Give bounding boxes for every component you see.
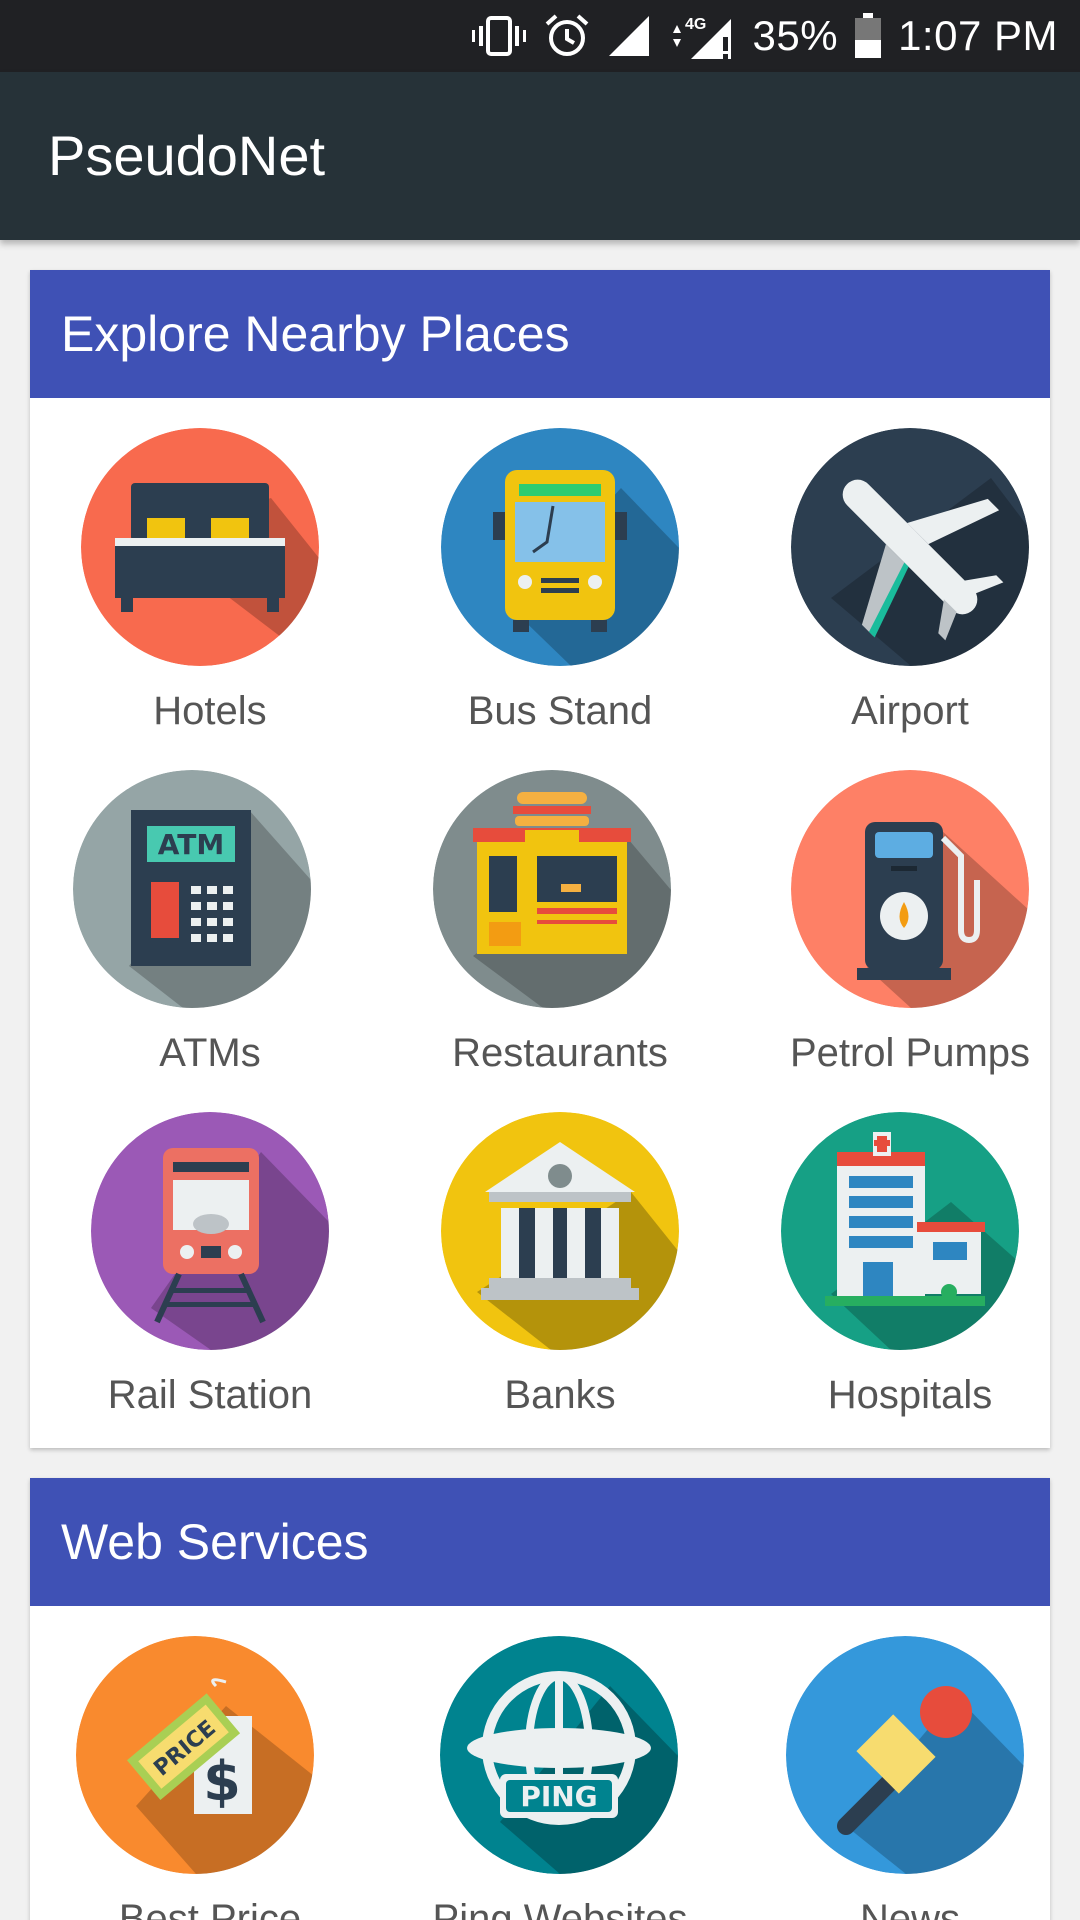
app-bar: PseudoNet (0, 72, 1080, 240)
signal-icon (607, 14, 651, 58)
tile-hotels[interactable]: Hotels (40, 398, 380, 738)
alarm-icon (543, 12, 591, 60)
tile-rail-station[interactable]: Rail Station (40, 1082, 380, 1422)
airplane-icon (791, 428, 1029, 666)
tile-label: Banks (504, 1373, 616, 1417)
tile-label: Hospitals (827, 1373, 993, 1417)
card-header-web-services: Web Services (30, 1478, 1050, 1606)
tile-news[interactable]: News (740, 1606, 1050, 1920)
svg-text:4G: 4G (685, 16, 706, 33)
tile-banks[interactable]: Banks (390, 1082, 730, 1422)
network-4g-icon: 4G (667, 11, 737, 61)
atm-icon: ATM (73, 770, 311, 1008)
train-icon (91, 1112, 329, 1350)
bus-icon (441, 428, 679, 666)
bed-icon (81, 428, 319, 666)
tile-ping-websites[interactable]: PING Ping Websites (390, 1606, 730, 1920)
restaurant-icon (433, 770, 671, 1008)
tile-hospitals[interactable]: Hospitals (740, 1082, 1050, 1422)
app-title: PseudoNet (48, 124, 326, 187)
battery-percent: 35% (752, 12, 839, 59)
svg-text:$: $ (203, 1750, 241, 1813)
tile-label: Ping Websites (432, 1897, 688, 1920)
card-header-explore: Explore Nearby Places (30, 270, 1050, 398)
tile-petrol-pumps[interactable]: Petrol Pumps (740, 740, 1050, 1080)
tile-atms[interactable]: ATM ATMs (40, 740, 380, 1080)
status-bar: 4G 35% 1:07 PM (0, 0, 1080, 72)
tile-restaurants[interactable]: Restaurants (390, 740, 730, 1080)
fuel-pump-icon (791, 770, 1029, 1008)
battery-icon (854, 13, 882, 59)
vibrate-icon (471, 14, 527, 58)
clock-time: 1:07 PM (898, 12, 1058, 59)
ping-globe-icon: PING (440, 1636, 678, 1874)
tile-airport[interactable]: Airport (740, 398, 1050, 738)
svg-text:ATM: ATM (158, 828, 224, 861)
tile-label: News (859, 1897, 961, 1920)
tile-bus-stand[interactable]: Bus Stand (390, 398, 730, 738)
tile-label: Best Price (118, 1897, 302, 1920)
explore-nearby-card: Explore Nearby Places Hotels Bus Stand A… (30, 270, 1050, 1448)
svg-text:PING: PING (520, 1780, 597, 1813)
web-services-card: Web Services $ PRICE Best Price PING Pin… (30, 1478, 1050, 1920)
microphone-icon (786, 1636, 1024, 1874)
hospital-icon (781, 1112, 1019, 1350)
price-tag-icon: $ PRICE (76, 1636, 314, 1874)
tile-label: Rail Station (107, 1373, 313, 1417)
tile-best-price[interactable]: $ PRICE Best Price (40, 1606, 380, 1920)
bank-icon (441, 1112, 679, 1350)
